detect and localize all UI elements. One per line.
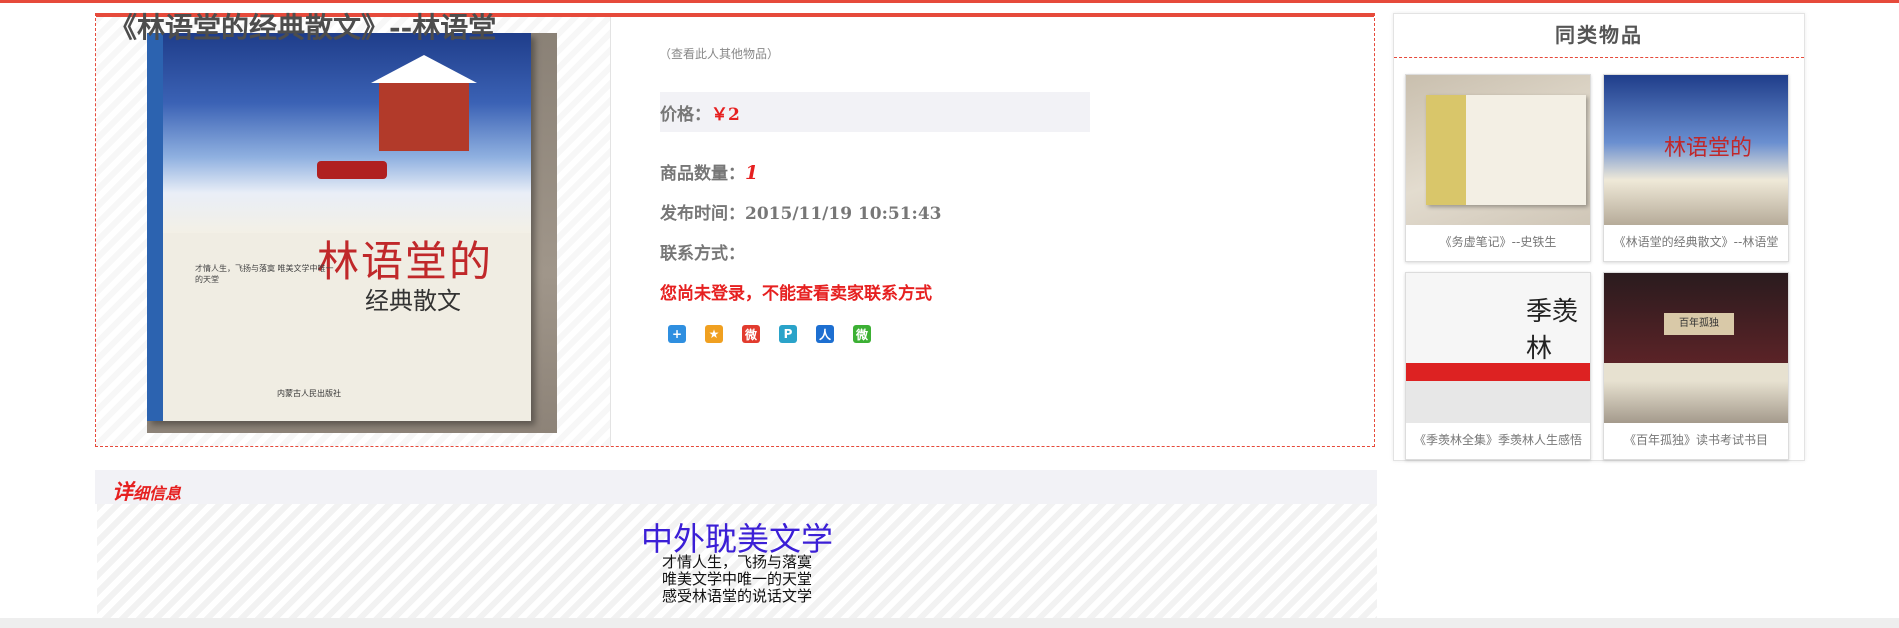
product-photo[interactable]: 林语堂的 经典散文 才情人生，飞扬与落寞 唯美文学中唯一的天堂 内蒙古人民出版社: [147, 33, 557, 433]
similar-item-caption[interactable]: 《林语堂的经典散文》--林语堂: [1604, 225, 1788, 260]
book-cover: 林语堂的 经典散文 才情人生，飞扬与落寞 唯美文学中唯一的天堂 内蒙古人民出版社: [147, 33, 531, 421]
product-image-panel: 林语堂的 经典散文 才情人生，飞扬与落寞 唯美文学中唯一的天堂 内蒙古人民出版社: [96, 17, 611, 446]
share-toolbar: + ★ 微 P 人 微: [668, 325, 871, 343]
price-value: ￥2: [711, 105, 740, 125]
login-notice[interactable]: 您尚未登录，不能查看卖家联系方式: [660, 279, 932, 304]
weibo-share-icon[interactable]: 微: [742, 325, 760, 343]
detail-line: 唯美文学中唯一的天堂: [661, 570, 812, 588]
detail-title-first-char: 详: [112, 479, 133, 504]
similar-item-thumbnail[interactable]: 林语堂的: [1604, 75, 1788, 225]
quantity-value: 1: [745, 162, 759, 184]
detail-title-rest: 细信息: [133, 484, 182, 503]
contact-label: 联系方式：: [660, 244, 745, 264]
detail-section-title: 详细信息: [112, 476, 181, 506]
wechat-share-icon[interactable]: 微: [853, 325, 871, 343]
seller-other-items-link[interactable]: （查看此人其他物品）: [659, 45, 779, 62]
favorite-share-icon[interactable]: ★: [705, 325, 723, 343]
price-row: 价格：￥2: [660, 100, 740, 125]
similar-items-title: 同类物品: [1394, 14, 1804, 58]
qzone-share-icon[interactable]: +: [668, 325, 686, 343]
similar-items-grid: 《务虚笔记》--史铁生 林语堂的 《林语堂的经典散文》--林语堂 季羡林 《季羡…: [1405, 74, 1797, 460]
top-accent-line: [0, 0, 1899, 3]
product-panel: 林语堂的 经典散文 才情人生，飞扬与落寞 唯美文学中唯一的天堂 内蒙古人民出版社: [95, 13, 1375, 447]
quantity-row: 商品数量：1: [660, 159, 758, 184]
detail-description: 才情人生，飞扬与落寞 唯美文学中唯一的天堂 感受林语堂的说话文学: [97, 554, 1377, 605]
publish-time-label: 发布时间：: [660, 204, 745, 224]
contact-row: 联系方式：: [660, 239, 745, 264]
product-title: 《林语堂的经典散文》--林语堂: [109, 11, 497, 44]
cover-sled: [317, 161, 387, 179]
similar-item-caption[interactable]: 《季羡林全集》季羡林人生感悟: [1406, 423, 1590, 458]
similar-item[interactable]: 季羡林 《季羡林全集》季羡林人生感悟: [1405, 272, 1591, 460]
pinterest-share-icon[interactable]: P: [779, 325, 797, 343]
cover-blurb: 才情人生，飞扬与落寞 唯美文学中唯一的天堂: [195, 264, 334, 284]
price-label: 价格：: [660, 105, 711, 125]
bottom-scroll-area: [0, 618, 1899, 628]
similar-item-thumbnail[interactable]: [1406, 75, 1590, 225]
detail-section-header: 详细信息: [95, 470, 1377, 504]
quantity-label: 商品数量：: [660, 164, 745, 184]
cover-subtitle: 经典散文: [365, 287, 461, 315]
similar-items-panel: 同类物品 《务虚笔记》--史铁生 林语堂的 《林语堂的经典散文》--林语堂 季羡…: [1393, 13, 1805, 461]
detail-line: 感受林语堂的说话文学: [661, 587, 812, 605]
cover-title: 林语堂的: [317, 237, 494, 286]
cover-publisher: 内蒙古人民出版社: [277, 389, 341, 398]
similar-item[interactable]: 百年孤独 《百年孤独》读书考试书目: [1603, 272, 1789, 460]
renren-share-icon[interactable]: 人: [816, 325, 834, 343]
similar-item-caption[interactable]: 《百年孤独》读书考试书目: [1604, 423, 1788, 458]
cover-house: [371, 55, 477, 151]
similar-item-thumbnail[interactable]: 百年孤独: [1604, 273, 1788, 423]
detail-line: 才情人生，飞扬与落寞: [661, 553, 812, 571]
similar-item-caption[interactable]: 《务虚笔记》--史铁生: [1406, 225, 1590, 260]
similar-item[interactable]: 《务虚笔记》--史铁生: [1405, 74, 1591, 262]
cover-spine: [147, 33, 163, 421]
publish-time-row: 发布时间：2015/11/19 10:51:43: [660, 199, 942, 224]
similar-item[interactable]: 林语堂的 《林语堂的经典散文》--林语堂: [1603, 74, 1789, 262]
publish-time-value: 2015/11/19 10:51:43: [745, 204, 942, 224]
similar-item-thumbnail[interactable]: 季羡林: [1406, 273, 1590, 423]
detail-content: 中外耽美文学 才情人生，飞扬与落寞 唯美文学中唯一的天堂 感受林语堂的说话文学: [97, 504, 1377, 618]
